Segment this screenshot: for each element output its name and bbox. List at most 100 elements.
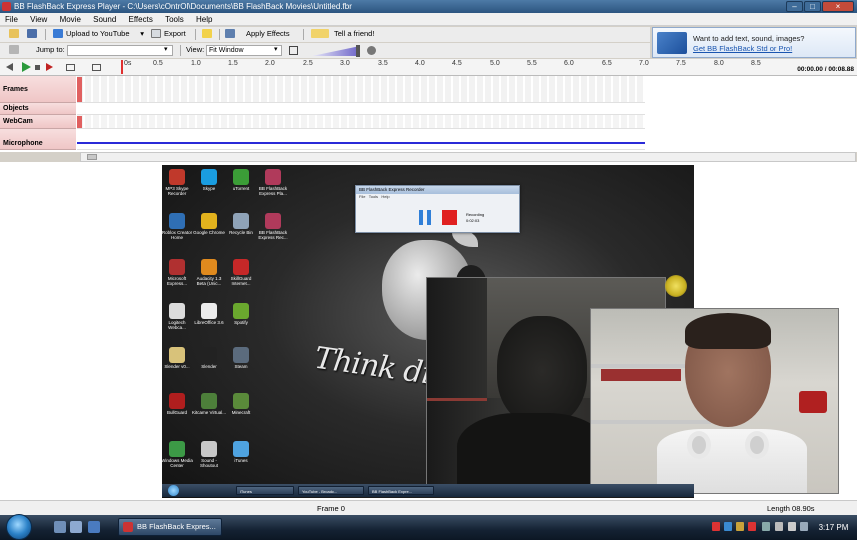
- minimize-button[interactable]: –: [786, 1, 803, 12]
- ruler-tick: 8.0: [714, 60, 724, 67]
- desktop-icon-graphic: [233, 169, 249, 185]
- tray-icon-3[interactable]: [736, 522, 744, 531]
- export-button[interactable]: Export: [150, 27, 190, 40]
- disk-icon: [27, 29, 37, 38]
- volume-slider[interactable]: [312, 46, 360, 56]
- menu-help[interactable]: Help: [191, 13, 217, 26]
- wall-pennant: [799, 391, 827, 413]
- play-icon[interactable]: [22, 62, 31, 72]
- desktop-icon-label: Microsoft Express...: [166, 276, 187, 286]
- desktop-icon-label: iTunes: [234, 458, 248, 463]
- webcam-marker: [77, 116, 82, 128]
- chevron-down-icon[interactable]: ▾: [140, 27, 144, 40]
- ruler-tick: 5.0: [490, 60, 500, 67]
- desktop-icon-label: Google Chrome: [193, 230, 225, 235]
- view-dropdown-icon[interactable]: ▾: [274, 45, 278, 53]
- objects-lane[interactable]: [77, 103, 645, 115]
- desktop-icon-graphic: [233, 441, 249, 457]
- frame-icon[interactable]: [66, 64, 75, 71]
- track-frames[interactable]: Frames: [0, 76, 76, 103]
- browser-quicklaunch-icon[interactable]: [88, 521, 100, 533]
- desktop-icon: BB FlashBack Express Pla...: [256, 169, 290, 196]
- desktop-icon: Sound - Shoutout: [192, 441, 226, 468]
- pointer-icon: [202, 29, 212, 38]
- timeline-ruler[interactable]: 0s 0.5 1.0 1.5 2.0 2.5 3.0 3.5 4.0 4.5 5…: [0, 59, 857, 76]
- track-webcam[interactable]: WebCam: [0, 115, 76, 129]
- fullscreen-icon[interactable]: [289, 46, 298, 55]
- menu-view[interactable]: View: [25, 13, 52, 26]
- show-desktop-icon[interactable]: [54, 521, 66, 533]
- flag-icon[interactable]: [800, 522, 808, 531]
- tray-icon-1[interactable]: [712, 522, 720, 531]
- loop-button[interactable]: [8, 43, 22, 56]
- webcam-lane[interactable]: [77, 115, 645, 129]
- scrollbar-thumb[interactable]: [87, 154, 97, 160]
- menu-tools[interactable]: Tools: [160, 13, 189, 26]
- timeline-tracks: Frames Objects WebCam Microphone: [0, 76, 857, 152]
- speaker-icon[interactable]: [367, 46, 376, 55]
- recorder-status: Recording: [466, 212, 485, 217]
- desktop-icon: Microsoft Express...: [162, 259, 194, 286]
- tray-icon-4[interactable]: [748, 522, 756, 531]
- close-button[interactable]: ×: [822, 1, 854, 12]
- upload-youtube-button[interactable]: Upload to YouTube ▾: [52, 27, 144, 40]
- taskbar-item-flashback[interactable]: BB FlashBack Expres...: [118, 518, 222, 536]
- view-select[interactable]: Fit Window: [206, 45, 282, 56]
- frames-lane[interactable]: [77, 76, 645, 103]
- maximize-button[interactable]: □: [804, 1, 821, 12]
- pointer-tool-button[interactable]: [201, 27, 215, 40]
- pause-icon: [419, 210, 431, 225]
- track-microphone[interactable]: Microphone: [0, 129, 76, 150]
- desktop-icon: SkillGuard Internet...: [224, 259, 258, 286]
- jump-to-input[interactable]: [67, 45, 173, 56]
- desktop-icon-graphic: [265, 169, 281, 185]
- open-button[interactable]: [8, 27, 22, 40]
- desktop-icon-graphic: [201, 259, 217, 275]
- menu-movie[interactable]: Movie: [55, 13, 86, 26]
- recorded-taskbar: iTunes YouTube - Broadc... BB FlashBack …: [162, 484, 694, 497]
- bed-frame: [427, 398, 487, 438]
- recorder-window: BB FlashBack Express Recorder File Tools…: [355, 185, 520, 233]
- desktop-icon: Kitcame Virtual...: [192, 393, 226, 415]
- playhead[interactable]: [121, 60, 123, 74]
- apply-effects-label: Apply Effects: [246, 29, 290, 38]
- desktop-icon-label: Skype: [202, 186, 216, 191]
- screen-icon[interactable]: [92, 64, 101, 71]
- recorded-task-item: iTunes: [236, 486, 294, 495]
- loop-icon: [9, 45, 19, 54]
- track-objects[interactable]: Objects: [0, 103, 76, 115]
- main-toolbar: Upload to YouTube ▾ Export Apply Effects…: [0, 27, 650, 42]
- desktop-icon-label: Roblox Creator Home: [162, 230, 193, 240]
- upgrade-promo-banner[interactable]: Want to add text, sound, images? Get BB …: [652, 27, 856, 58]
- switch-windows-icon[interactable]: [70, 521, 82, 533]
- desktop-icon: BullGuard: [162, 393, 194, 415]
- network-icon[interactable]: [775, 522, 783, 531]
- volume-icon[interactable]: [788, 522, 796, 531]
- forward-icon[interactable]: [46, 63, 53, 71]
- menu-sound[interactable]: Sound: [88, 13, 121, 26]
- play-dropdown-icon[interactable]: [35, 65, 40, 70]
- system-clock[interactable]: 3:17 PM: [810, 515, 857, 540]
- window-title: BB FlashBack Express Player - C:\Users\c…: [14, 2, 352, 11]
- tell-friend-button[interactable]: Tell a friend!: [310, 27, 382, 40]
- microphone-lane[interactable]: [77, 129, 645, 150]
- frame-marker: [77, 77, 82, 102]
- apply-effects-button[interactable]: Apply Effects: [224, 27, 292, 40]
- jump-to-dropdown-icon[interactable]: ▾: [164, 45, 168, 53]
- timeline-scrollbar[interactable]: [80, 152, 856, 162]
- tray-icon-2[interactable]: [724, 522, 732, 531]
- desktop-icon: iTunes: [224, 441, 258, 463]
- volume-slider-thumb[interactable]: [356, 45, 360, 57]
- flashback-taskbar-icon: [123, 522, 133, 532]
- rewind-icon[interactable]: [6, 63, 13, 71]
- promo-link[interactable]: Get BB FlashBack Std or Pro!: [693, 44, 792, 53]
- menu-effects[interactable]: Effects: [124, 13, 158, 26]
- save-button[interactable]: [26, 27, 40, 40]
- start-button[interactable]: [6, 514, 32, 540]
- menu-file[interactable]: File: [0, 13, 23, 26]
- movie-length: Length 08.90s: [767, 504, 815, 513]
- tray-icon-5[interactable]: [762, 522, 770, 531]
- desktop-icon-graphic: [201, 347, 217, 363]
- desktop-icon-label: LibreOffice 3.6: [194, 320, 224, 325]
- ruler-tick: 3.0: [340, 60, 350, 67]
